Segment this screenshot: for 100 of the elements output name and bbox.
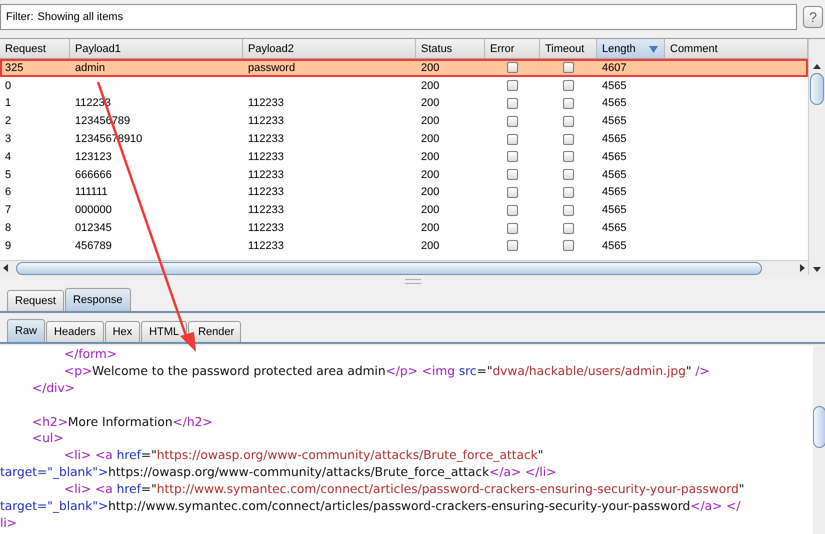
code-line: <li> <a href="http://www.symantec.com/connect/articles/password-crackers-ensuring-security-your-password" (64, 482, 744, 496)
checkbox[interactable] (507, 62, 518, 74)
code-line: <li> <a href="https://owasp.org/www-community/attacks/Brute_force_attack" (64, 448, 544, 462)
checkbox[interactable] (507, 134, 518, 145)
table-row[interactable]: 5 666666 112233 200 4565 (0, 166, 808, 184)
table-cell: 112233 (248, 97, 284, 110)
vertical-scrollbar[interactable] (808, 39, 825, 275)
filter-label: Filter: (6, 11, 34, 23)
horizontal-scrollbar[interactable] (0, 260, 808, 275)
checkbox[interactable] (563, 186, 574, 198)
table-cell: 4565 (602, 115, 626, 128)
checkbox[interactable] (563, 222, 574, 234)
table-cell: 200 (421, 168, 440, 181)
table-cell: 7 (5, 204, 12, 216)
table-cell: 111111 (75, 186, 108, 198)
table-cell: 2 (5, 115, 12, 128)
table-cell: 200 (421, 240, 440, 252)
table-row[interactable]: 7 000000 112233 200 4565 (0, 201, 808, 220)
filter-value: Showing all items (38, 11, 124, 23)
help-button[interactable]: ? (803, 6, 823, 28)
table-cell: 200 (421, 115, 440, 128)
table-cell: 4565 (602, 204, 626, 216)
table-cell: 112233 (248, 133, 284, 146)
table-cell: 200 (421, 62, 440, 74)
checkbox[interactable] (563, 134, 574, 145)
code-line: <ul> (32, 431, 64, 446)
scroll-thumb[interactable] (810, 73, 824, 105)
checkbox[interactable] (507, 151, 518, 162)
tab[interactable]: HTML (141, 321, 188, 342)
checkbox[interactable] (563, 98, 574, 109)
splitter-handle[interactable] (404, 278, 420, 284)
code-line: target="_blank">http://www.symantec.com/connect/articles/password-crackers-ensuring-security-your-password</a> </ (0, 499, 740, 514)
table-cell: 112233 (248, 186, 284, 198)
checkbox[interactable] (563, 62, 574, 74)
table-cell: 456789 (75, 240, 112, 252)
checkbox[interactable] (507, 222, 518, 234)
table-cell: 4565 (602, 80, 626, 92)
table-cell: 6 (5, 186, 12, 198)
table-cell: 1 (5, 97, 12, 110)
table-cell: password (248, 62, 296, 74)
code-line: li> (0, 516, 17, 530)
table-cell: 112233 (248, 222, 284, 234)
checkbox[interactable] (563, 151, 574, 162)
checkbox[interactable] (507, 98, 518, 109)
table-row[interactable]: 8 012345 112233 200 4565 (0, 219, 808, 237)
checkbox[interactable] (507, 240, 518, 252)
table-cell: 4565 (602, 222, 626, 234)
checkbox[interactable] (507, 204, 518, 216)
column-header[interactable]: Length (597, 39, 665, 59)
table-cell: 666666 (75, 168, 112, 181)
table-cell: 112233 (248, 204, 284, 216)
table-row[interactable]: 0 200 4565 (0, 76, 808, 95)
checkbox[interactable] (507, 186, 518, 198)
scroll-thumb[interactable] (16, 262, 762, 274)
checkbox[interactable] (563, 240, 574, 252)
code-line: <p>Welcome to the password protected area admin</p> <img src="dvwa/hackable/users/admin.jpg" /> (64, 364, 710, 378)
checkbox[interactable] (563, 169, 574, 180)
table-cell: 4607 (602, 62, 626, 74)
tab[interactable]: Request (7, 290, 64, 311)
tab[interactable]: Raw (7, 319, 46, 342)
checkbox[interactable] (507, 80, 518, 92)
table-cell: 112233 (248, 168, 284, 181)
table-cell: 200 (421, 133, 440, 146)
code-line: </form> (64, 347, 117, 361)
table-cell: 4565 (602, 150, 626, 163)
vertical-scrollbar[interactable] (813, 346, 825, 534)
table-cell: 3 (5, 133, 12, 146)
table-cell: admin (75, 62, 105, 74)
checkbox[interactable] (507, 169, 518, 180)
tab[interactable]: Hex (104, 321, 140, 342)
sort-descending-icon (649, 46, 658, 53)
scroll-thumb[interactable] (813, 406, 825, 448)
code-line: target="_blank">https://owasp.org/www-community/attacks/Brute_force_attack</a> </li> (0, 465, 556, 480)
table-cell: 4 (5, 150, 12, 163)
table-cell: 200 (421, 150, 440, 163)
tab[interactable]: Response (64, 288, 131, 311)
table-row[interactable]: 4 123123 112233 200 4565 (0, 148, 808, 166)
code-line: <h2>More Information</h2> (32, 414, 213, 429)
checkbox[interactable] (563, 116, 574, 127)
filter-bar[interactable]: Filter: Showing all items (0, 4, 797, 30)
table-cell: 200 (421, 186, 440, 198)
table-cell: 000000 (75, 204, 112, 216)
tab[interactable]: Headers (46, 321, 104, 342)
checkbox[interactable] (563, 80, 574, 92)
table-cell: 4565 (602, 240, 626, 252)
table-cell: 123123 (75, 150, 112, 163)
checkbox[interactable] (563, 204, 574, 216)
table-cell: 4565 (602, 97, 626, 110)
table-cell: 4565 (602, 133, 626, 146)
table-cell: 200 (421, 97, 440, 110)
tab[interactable]: Render (188, 321, 242, 342)
checkbox[interactable] (507, 116, 518, 127)
table-cell: 4565 (602, 186, 626, 198)
table-cell: 112233 (248, 150, 284, 163)
table-row[interactable]: 9 456789 112233 200 4565 (0, 236, 808, 255)
table-row[interactable]: 325 admin password 200 4607 (0, 59, 808, 77)
table-cell: 200 (421, 204, 440, 216)
table-cell: 9 (5, 240, 12, 252)
code-line: </div> (32, 380, 75, 395)
table-row[interactable]: 6 111111 112233 200 4565 (0, 184, 808, 202)
